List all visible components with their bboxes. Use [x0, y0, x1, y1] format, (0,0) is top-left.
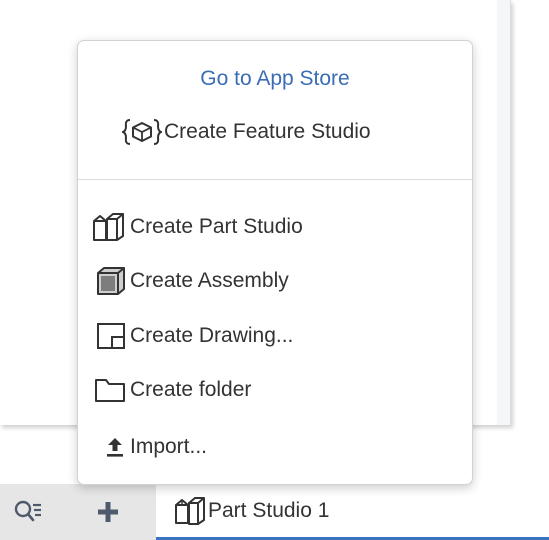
search-tabs-button[interactable]: [10, 494, 46, 530]
tab-label: Part Studio 1: [208, 498, 330, 522]
plus-icon: [98, 502, 118, 522]
go-to-app-store-link[interactable]: Go to App Store: [78, 59, 472, 99]
drawing-icon: [78, 314, 126, 358]
bottom-tab-bar: Part Studio 1: [0, 484, 549, 540]
menu-item-label: Create Drawing...: [130, 324, 294, 347]
import-item[interactable]: Import...: [78, 425, 472, 469]
add-tab-button[interactable]: [90, 494, 126, 530]
part-studio-icon: [174, 496, 206, 526]
menu-item-label: Create Part Studio: [130, 215, 303, 238]
search-filter-icon: [14, 500, 41, 522]
menu-item-label: Create folder: [130, 378, 252, 401]
create-assembly-item[interactable]: Create Assembly: [78, 259, 472, 303]
upload-icon: [78, 425, 126, 469]
assembly-icon: [78, 259, 126, 303]
create-feature-studio-item[interactable]: Create Feature Studio: [78, 110, 472, 154]
workspace-scroll-strip: [497, 0, 510, 425]
menu-item-label: Create Assembly: [130, 269, 289, 292]
create-folder-item[interactable]: Create folder: [78, 368, 472, 412]
tab-part-studio-1[interactable]: Part Studio 1: [156, 484, 549, 540]
feature-studio-icon: [78, 110, 162, 154]
menu-item-label: Import...: [130, 435, 208, 458]
menu-divider: [78, 179, 472, 180]
tab-tools: [0, 484, 156, 540]
create-menu: Go to App Store Create Feature Studio Cr…: [77, 40, 473, 485]
part-studio-icon: [78, 205, 126, 249]
create-drawing-item[interactable]: Create Drawing...: [78, 314, 472, 358]
create-part-studio-item[interactable]: Create Part Studio: [78, 205, 472, 249]
menu-item-label: Create Feature Studio: [164, 120, 371, 143]
folder-icon: [78, 368, 126, 412]
